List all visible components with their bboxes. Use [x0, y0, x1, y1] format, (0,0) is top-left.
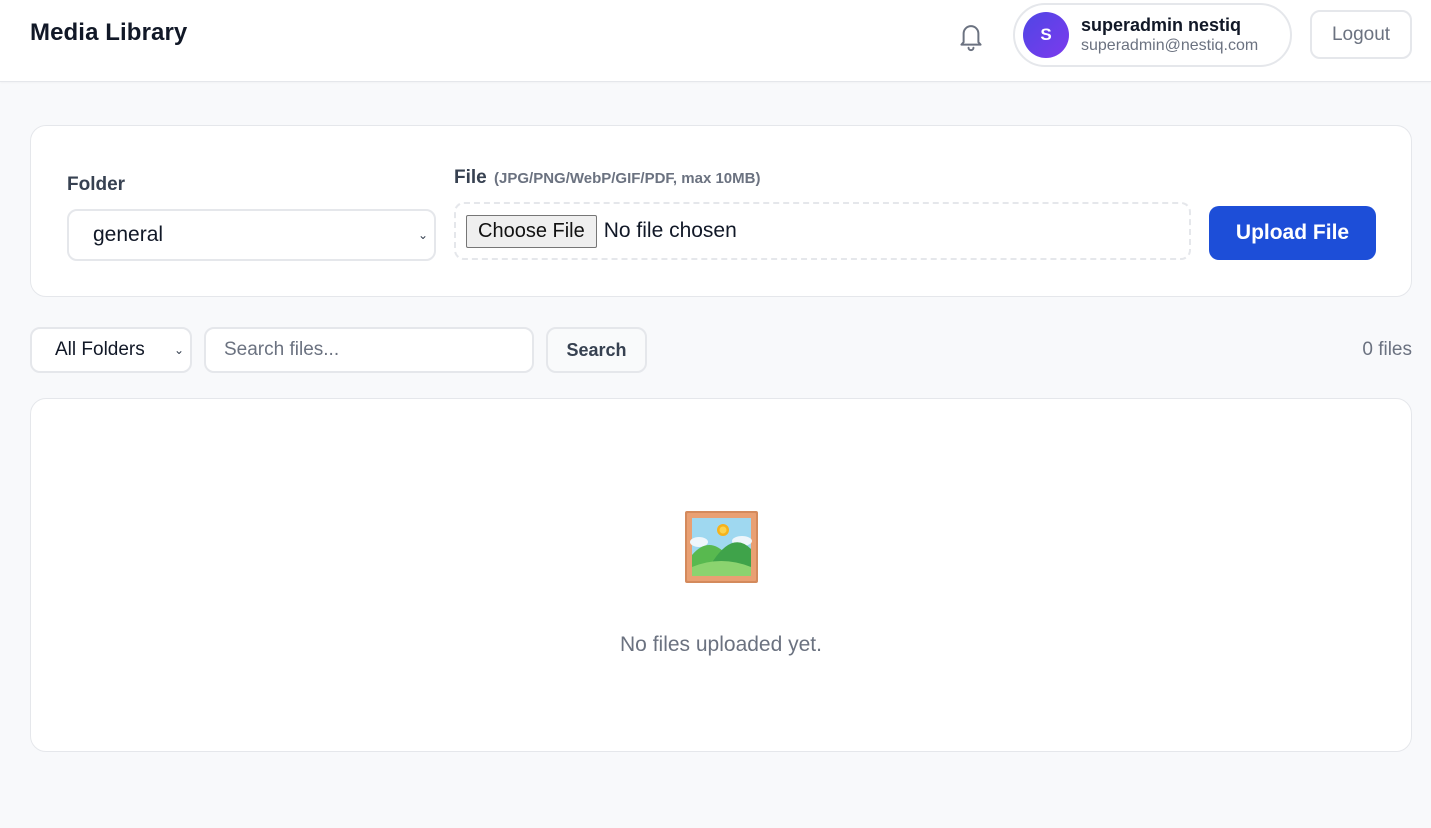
files-panel: No files uploaded yet.	[30, 398, 1412, 752]
upload-card: Folder general ⌄ File (JPG/PNG/WebP/GIF/…	[30, 125, 1412, 297]
folder-filter-select[interactable]: All Folders ⌄	[30, 327, 192, 373]
folder-label: Folder	[67, 174, 126, 195]
page-title: Media Library	[30, 19, 188, 46]
user-menu[interactable]: S superadmin nestiq superadmin@nestiq.co…	[1013, 3, 1292, 67]
avatar: S	[1023, 12, 1069, 58]
file-input[interactable]: Choose File No file chosen	[454, 202, 1191, 260]
chevron-down-icon: ⌄	[173, 343, 184, 357]
search-input[interactable]	[204, 327, 534, 373]
logout-button[interactable]: Logout	[1310, 10, 1412, 59]
user-info: superadmin nestiq superadmin@nestiq.com	[1081, 14, 1258, 56]
folder-select[interactable]: general ⌄	[67, 209, 436, 261]
file-label-text: File	[454, 167, 487, 188]
upload-file-button[interactable]: Upload File	[1209, 206, 1376, 260]
file-type-hint: (JPG/PNG/WebP/GIF/PDF, max 10MB)	[494, 170, 761, 187]
empty-state-text: No files uploaded yet.	[620, 633, 822, 656]
file-count: 0 files	[1362, 339, 1412, 360]
search-button[interactable]: Search	[546, 327, 647, 373]
folder-filter-value: All Folders	[55, 339, 145, 360]
bell-icon	[960, 25, 982, 52]
user-name: superadmin nestiq	[1081, 15, 1242, 35]
chevron-down-icon: ⌄	[417, 228, 428, 242]
choose-file-button[interactable]: Choose File	[466, 214, 597, 248]
user-email: superadmin@nestiq.com	[1081, 37, 1259, 54]
notifications-button[interactable]	[953, 18, 989, 54]
framed-picture-icon	[685, 511, 758, 583]
file-label: File (JPG/PNG/WebP/GIF/PDF, max 10MB)	[454, 167, 760, 189]
folder-select-value: general	[93, 223, 164, 246]
top-bar: Media Library S superadmin nestiq supera…	[0, 0, 1431, 82]
file-name-status: No file chosen	[603, 219, 737, 242]
